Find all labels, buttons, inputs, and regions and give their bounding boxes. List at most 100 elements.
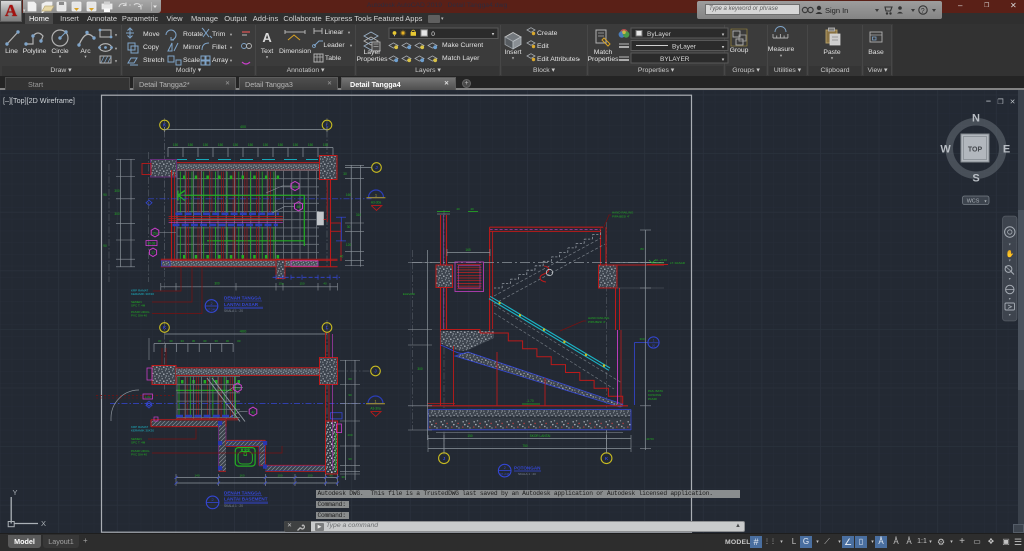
svg-text:▾: ▾ bbox=[230, 32, 233, 37]
svg-text:J: J bbox=[375, 165, 378, 170]
svg-text:Fillet: Fillet bbox=[212, 44, 226, 51]
svg-text:750: 750 bbox=[522, 444, 528, 448]
svg-text:30: 30 bbox=[226, 339, 230, 343]
svg-text:S: S bbox=[972, 173, 979, 185]
svg-text:▾: ▾ bbox=[115, 46, 118, 51]
svg-text:DENAH TANGGA: DENAH TANGGA bbox=[224, 490, 262, 495]
svg-text:HAND RAILING: HAND RAILING bbox=[588, 316, 610, 320]
svg-text:▾: ▾ bbox=[831, 56, 834, 61]
svg-text:Y: Y bbox=[12, 488, 17, 497]
svg-text:Match: Match bbox=[594, 49, 613, 56]
svg-text:Leader: Leader bbox=[323, 42, 345, 49]
svg-text:L: L bbox=[326, 325, 329, 330]
svg-text:▾: ▾ bbox=[512, 56, 515, 61]
svg-text:HAND RAILING: HAND RAILING bbox=[612, 211, 634, 215]
svg-text:KERAMIK 30X30: KERAMIK 30X30 bbox=[131, 429, 154, 433]
svg-text:12a: 12a bbox=[235, 386, 241, 390]
svg-text:▾: ▾ bbox=[115, 59, 118, 64]
svg-text:90: 90 bbox=[103, 244, 107, 248]
svg-text:1: 1 bbox=[653, 339, 655, 343]
svg-text:▾: ▾ bbox=[348, 30, 351, 35]
svg-text:150: 150 bbox=[188, 143, 194, 147]
svg-text:J: J bbox=[374, 369, 377, 374]
svg-text:4b: 4b bbox=[297, 205, 301, 209]
svg-text:N: N bbox=[972, 113, 980, 125]
svg-text:90: 90 bbox=[348, 393, 352, 397]
svg-text:30: 30 bbox=[203, 339, 207, 343]
svg-text:Properties: Properties bbox=[357, 56, 389, 63]
svg-text:100: 100 bbox=[307, 474, 312, 478]
svg-text:Edit: Edit bbox=[537, 43, 549, 50]
svg-text:PVC DIA 40: PVC DIA 40 bbox=[131, 314, 147, 318]
svg-text:0: 0 bbox=[431, 31, 435, 38]
svg-text:PIPA BESI 4": PIPA BESI 4" bbox=[612, 215, 630, 219]
svg-text:30: 30 bbox=[181, 339, 185, 343]
svg-text:Move: Move bbox=[143, 31, 160, 38]
svg-text:30: 30 bbox=[158, 339, 162, 343]
svg-text:▾: ▾ bbox=[230, 58, 233, 63]
svg-text:X: X bbox=[41, 519, 46, 528]
svg-text:Match Layer: Match Layer bbox=[442, 55, 480, 62]
svg-text:▾: ▾ bbox=[230, 45, 233, 50]
svg-text:Sign In: Sign In bbox=[825, 6, 848, 15]
svg-text:A3-30a: A3-30a bbox=[370, 407, 381, 411]
svg-text:150: 150 bbox=[323, 143, 329, 147]
svg-text:LANTAI BASEMENT: LANTAI BASEMENT bbox=[224, 497, 268, 502]
svg-text:PAS. BATU: PAS. BATU bbox=[648, 389, 663, 393]
svg-text:Paste: Paste bbox=[823, 49, 841, 56]
svg-text:SKALA 1 : 20: SKALA 1 : 20 bbox=[224, 504, 243, 508]
svg-text:Properties: Properties bbox=[588, 56, 620, 63]
svg-text:12a: 12a bbox=[292, 185, 298, 189]
svg-text:TOP: TOP bbox=[968, 147, 983, 154]
svg-text:30: 30 bbox=[214, 339, 218, 343]
svg-text:300: 300 bbox=[417, 367, 423, 371]
svg-text:140: 140 bbox=[194, 474, 199, 478]
svg-text:▾: ▾ bbox=[1009, 258, 1011, 263]
svg-text:Insert: Insert bbox=[505, 49, 522, 56]
svg-text:KOSONG: KOSONG bbox=[648, 393, 662, 397]
svg-text:SPC T. 4M: SPC T. 4M bbox=[131, 441, 146, 445]
svg-text:Stretch: Stretch bbox=[143, 57, 165, 64]
svg-text:EL +3.20: EL +3.20 bbox=[655, 258, 667, 262]
svg-text:40 50: 40 50 bbox=[646, 437, 654, 441]
svg-text:150: 150 bbox=[308, 143, 314, 147]
svg-text:J: J bbox=[443, 456, 446, 461]
svg-text:Array: Array bbox=[212, 57, 229, 64]
svg-text:Trim: Trim bbox=[212, 31, 226, 38]
svg-text:150: 150 bbox=[278, 143, 284, 147]
svg-text:SKALA 1 : 20: SKALA 1 : 20 bbox=[518, 472, 536, 476]
svg-text:-1.70: -1.70 bbox=[526, 399, 533, 403]
svg-text:L-02: L-02 bbox=[145, 395, 151, 399]
svg-text:400: 400 bbox=[240, 329, 247, 334]
svg-text:90: 90 bbox=[103, 193, 107, 197]
svg-text:▾: ▾ bbox=[1009, 276, 1011, 281]
svg-text:150: 150 bbox=[299, 282, 304, 286]
svg-text:2: 2 bbox=[210, 302, 212, 306]
svg-text:60: 60 bbox=[348, 377, 352, 381]
svg-text:150: 150 bbox=[248, 143, 254, 147]
svg-text:Create: Create bbox=[537, 30, 558, 37]
svg-text:L: L bbox=[326, 123, 329, 128]
svg-text:SPC T. 4M: SPC T. 4M bbox=[131, 304, 146, 308]
svg-text:DENAH TANGGA: DENAH TANGGA bbox=[224, 296, 262, 301]
svg-text:1: 1 bbox=[375, 194, 377, 198]
svg-text:Table: Table bbox=[325, 55, 341, 62]
svg-text:Scale: Scale bbox=[183, 57, 200, 64]
svg-text:✕: ✕ bbox=[1010, 99, 1016, 106]
svg-text:Linear: Linear bbox=[325, 29, 345, 36]
svg-text:300: 300 bbox=[114, 212, 120, 216]
svg-text:90: 90 bbox=[348, 457, 352, 461]
svg-text:160: 160 bbox=[346, 193, 352, 197]
svg-text:PVC DIA 40: PVC DIA 40 bbox=[131, 453, 147, 457]
svg-text:▾: ▾ bbox=[1009, 296, 1011, 301]
svg-text:Measure: Measure bbox=[768, 46, 795, 53]
svg-text:SKOR LANTAI: SKOR LANTAI bbox=[530, 434, 551, 438]
svg-text:SKALA 1 : 20: SKALA 1 : 20 bbox=[224, 309, 243, 313]
svg-text:▾: ▾ bbox=[1009, 242, 1011, 247]
svg-text:30: 30 bbox=[341, 475, 345, 479]
svg-text:‒: ‒ bbox=[985, 97, 991, 106]
svg-text:Dimension: Dimension bbox=[279, 48, 311, 55]
svg-text:07-246: 07-246 bbox=[500, 472, 510, 476]
svg-text:40: 40 bbox=[340, 255, 344, 259]
svg-text:200: 200 bbox=[347, 433, 352, 437]
